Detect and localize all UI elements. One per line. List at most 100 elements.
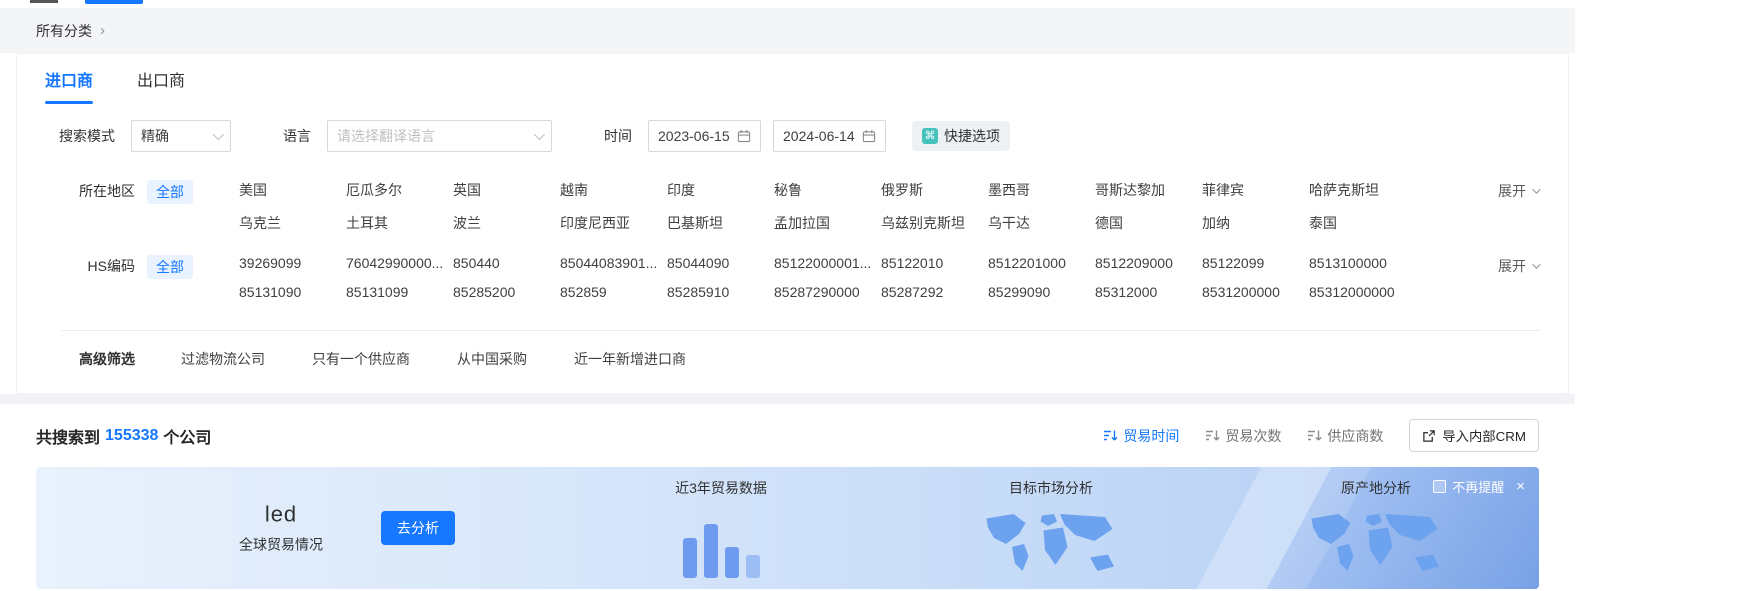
inactive-tab-fragment <box>30 0 58 3</box>
sort-label: 贸易次数 <box>1225 426 1281 446</box>
region-option[interactable]: 孟加拉国 <box>774 213 881 233</box>
start-date-input[interactable]: 2023-06-15 <box>648 120 761 152</box>
region-option[interactable]: 德国 <box>1095 213 1202 233</box>
sort-supplier-count[interactable]: 供应商数 <box>1307 426 1383 446</box>
advanced-filter-option[interactable]: 近一年新增进口商 <box>574 349 686 369</box>
chevron-down-icon <box>534 129 545 140</box>
region-option[interactable]: 哈萨克斯坦 <box>1309 180 1416 200</box>
hs-code-option[interactable]: 85287292 <box>881 284 988 300</box>
world-map-icon <box>946 508 1156 580</box>
breadcrumb-category[interactable]: 所有分类 <box>36 21 92 41</box>
region-option[interactable]: 乌兹别克斯坦 <box>881 213 988 233</box>
sort-label: 供应商数 <box>1327 426 1383 446</box>
hs-code-option[interactable]: 85122000001... <box>774 255 881 271</box>
hs-code-option[interactable]: 8531200000 <box>1202 284 1309 300</box>
hs-code-option[interactable]: 76042990000... <box>346 255 453 271</box>
region-expand-link[interactable]: 展开 <box>1498 180 1538 201</box>
results-count[interactable]: 155338 <box>105 427 158 445</box>
trade-bar <box>746 555 760 578</box>
hs-code-option[interactable]: 85299090 <box>988 284 1095 300</box>
region-all-chip[interactable]: 全部 <box>147 180 193 204</box>
language-select[interactable]: 请选择翻译语言 <box>327 120 552 152</box>
region-option[interactable]: 加纳 <box>1202 213 1309 233</box>
hs-code-label: HS编码 <box>59 255 135 276</box>
hs-code-option[interactable]: 85131090 <box>239 284 346 300</box>
region-option[interactable]: 美国 <box>239 180 346 200</box>
search-mode-select[interactable]: 精确 <box>131 120 231 152</box>
tab-importer[interactable]: 进口商 <box>45 54 93 104</box>
chevron-down-icon <box>1532 260 1540 268</box>
hs-code-option[interactable]: 8513100000 <box>1309 255 1416 271</box>
region-option[interactable]: 菲律宾 <box>1202 180 1309 200</box>
advanced-filter-option[interactable]: 从中国采购 <box>457 349 527 369</box>
hs-code-option[interactable]: 85044083901... <box>560 255 667 271</box>
hs-code-option[interactable]: 85312000000 <box>1309 284 1416 300</box>
region-option[interactable]: 印度 <box>667 180 774 200</box>
sort-label: 贸易时间 <box>1123 426 1179 446</box>
region-option[interactable]: 波兰 <box>453 213 560 233</box>
advanced-filter-label: 高级筛选 <box>59 349 135 369</box>
language-label: 语言 <box>283 126 311 146</box>
quick-options-button[interactable]: ⌘ 快捷选项 <box>912 121 1010 151</box>
start-date-value: 2023-06-15 <box>658 128 730 144</box>
import-crm-button[interactable]: 导入内部CRM <box>1409 419 1539 452</box>
hs-code-option[interactable]: 852859 <box>560 284 667 300</box>
command-icon: ⌘ <box>922 128 938 144</box>
region-option[interactable]: 越南 <box>560 180 667 200</box>
region-option[interactable]: 英国 <box>453 180 560 200</box>
chevron-right-icon: › <box>100 22 105 39</box>
region-option[interactable]: 乌克兰 <box>239 213 346 233</box>
tab-exporter[interactable]: 出口商 <box>137 54 185 104</box>
region-option[interactable]: 印度尼西亚 <box>560 213 667 233</box>
trade-data-block: 近3年贸易数据 <box>616 478 826 578</box>
hs-code-option[interactable]: 85122099 <box>1202 255 1309 271</box>
hs-code-option[interactable]: 85285910 <box>667 284 774 300</box>
region-option[interactable]: 巴基斯坦 <box>667 213 774 233</box>
hs-expand-link[interactable]: 展开 <box>1498 255 1538 276</box>
trade-bars <box>616 512 826 578</box>
hs-code-option[interactable]: 85044090 <box>667 255 774 271</box>
trade-bar <box>704 524 718 578</box>
end-date-value: 2024-06-14 <box>783 128 855 144</box>
advanced-filter-option[interactable]: 只有一个供应商 <box>312 349 410 369</box>
importer-exporter-tabs: 进口商 出口商 <box>17 54 1568 104</box>
search-mode-value: 精确 <box>141 126 169 146</box>
region-option[interactable]: 厄瓜多尔 <box>346 180 453 200</box>
section-gap <box>0 394 1575 404</box>
hs-code-option[interactable]: 850440 <box>453 255 560 271</box>
region-option[interactable]: 乌干达 <box>988 213 1095 233</box>
region-option[interactable]: 哥斯达黎加 <box>1095 180 1202 200</box>
close-icon[interactable]: × <box>1516 479 1525 494</box>
hs-code-option[interactable]: 85285200 <box>453 284 560 300</box>
hs-code-option[interactable]: 85122010 <box>881 255 988 271</box>
sort-trade-time[interactable]: 贸易时间 <box>1103 426 1179 446</box>
hs-all-chip[interactable]: 全部 <box>147 255 193 279</box>
calendar-icon <box>737 129 751 143</box>
region-option[interactable]: 墨西哥 <box>988 180 1095 200</box>
region-option[interactable]: 泰国 <box>1309 213 1416 233</box>
region-option[interactable]: 秘鲁 <box>774 180 881 200</box>
banner-dismiss: 不再提醒 × <box>1433 477 1525 496</box>
region-option[interactable]: 土耳其 <box>346 213 453 233</box>
hs-code-option[interactable]: 39269099 <box>239 255 346 271</box>
advanced-filter-option[interactable]: 过滤物流公司 <box>181 349 265 369</box>
region-option[interactable]: 俄罗斯 <box>881 180 988 200</box>
end-date-input[interactable]: 2024-06-14 <box>773 120 886 152</box>
hs-code-option[interactable]: 8512209000 <box>1095 255 1202 271</box>
trade-search-page: 所有分类 › 进口商 出口商 搜索模式 精确 语言 请选择翻译语言 <box>0 0 1745 591</box>
hs-code-option[interactable]: 85312000 <box>1095 284 1202 300</box>
sort-icon <box>1103 428 1118 443</box>
banner-keyword: led <box>196 502 366 528</box>
dismiss-checkbox[interactable] <box>1433 480 1446 493</box>
hs-code-option[interactable]: 85131099 <box>346 284 453 300</box>
language-placeholder: 请选择翻译语言 <box>337 126 435 146</box>
results-controls: 贸易时间 贸易次数 供应商数 <box>1103 419 1539 452</box>
hs-code-option[interactable]: 8512201000 <box>988 255 1095 271</box>
quick-options-label: 快捷选项 <box>944 126 1000 146</box>
banner-keyword-block: led 全球贸易情况 <box>196 502 366 555</box>
sort-trade-count[interactable]: 贸易次数 <box>1205 426 1281 446</box>
analyze-button[interactable]: 去分析 <box>381 511 455 545</box>
hs-code-option[interactable]: 85287290000 <box>774 284 881 300</box>
divider <box>61 330 1540 331</box>
search-form-row: 搜索模式 精确 语言 请选择翻译语言 时间 2023-06-15 <box>59 120 1568 152</box>
